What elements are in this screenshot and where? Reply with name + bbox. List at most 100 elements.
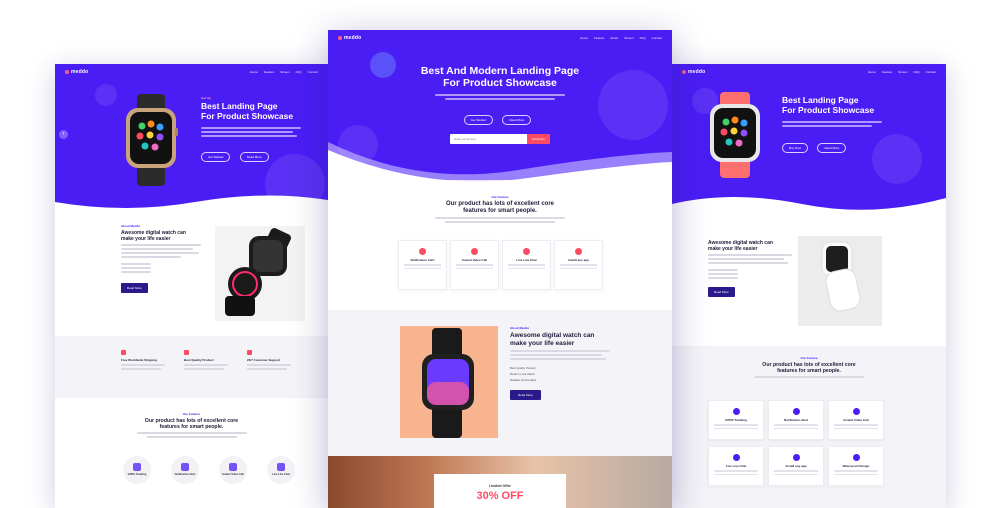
center-nav-feature[interactable]: Feature <box>594 36 604 40</box>
right-nav-home[interactable]: Home <box>868 70 876 74</box>
right-logo[interactable]: meddo <box>682 69 705 75</box>
offer-value: 30% OFF <box>476 490 524 502</box>
left-feature-3: 24/7 Customer Support <box>247 358 281 362</box>
left-hero-title-2: For Product Showcase <box>201 110 294 121</box>
video-icon <box>229 463 237 471</box>
left-about-title-2: make your life easier <box>121 236 171 242</box>
left-feature-1: Free Worldwide Shipping <box>121 358 157 362</box>
left-hero: meddo Home Feature Screen FAQ Contact ‹ … <box>55 64 328 209</box>
chat-icon <box>523 248 530 255</box>
center-page-mockup: meddo Home Feature About Screen FAQ Cont… <box>328 30 672 508</box>
center-hero-title-2: For Product Showcase <box>443 77 557 90</box>
left-feature-band: Free Worldwide Shipping Best Quality Pro… <box>55 336 328 398</box>
video-icon <box>852 408 860 415</box>
right-about-read-more-button[interactable]: Read More <box>708 287 735 297</box>
left-nav-feature[interactable]: Feature <box>264 70 274 74</box>
right-page-mockup: meddo Home Feature Screen FAQ Contact Be… <box>672 64 946 508</box>
live-chat-item: Live Live Chat <box>267 456 295 484</box>
download-icon <box>575 248 582 255</box>
shipping-icon <box>121 350 126 355</box>
center-section-kicker: Our Feature <box>491 195 509 199</box>
left-hero-wave <box>55 195 328 212</box>
center-about-band <box>328 310 672 456</box>
left-about-kicker: About Meddo <box>121 224 141 228</box>
gprs-icon <box>133 463 141 471</box>
right-hero-title-2: For Product Showcase <box>782 104 875 115</box>
slider-prev-icon[interactable]: ‹ <box>59 130 68 139</box>
center-about-title-1: Awesome digital watch can <box>510 332 595 339</box>
left-logo[interactable]: meddo <box>65 69 88 75</box>
left-navbar: meddo Home Feature Screen FAQ Contact <box>55 64 328 80</box>
left-feature-2: Best Quality Product <box>184 358 214 362</box>
center-about-read-more-button[interactable]: Read More <box>510 389 541 400</box>
download-icon <box>792 454 800 461</box>
right-card-gprs: GPRS Tracking <box>708 400 764 440</box>
chat-icon <box>732 454 740 461</box>
left-hero-read-more-button[interactable]: Read More <box>239 151 269 162</box>
right-card-waterproof: Waterproof Design <box>828 446 884 486</box>
center-hero-get-started-button[interactable]: Get Started <box>463 115 494 126</box>
subscribe-button[interactable]: Subscribe <box>526 134 550 144</box>
left-page-mockup: meddo Home Feature Screen FAQ Contact ‹ … <box>55 64 328 508</box>
left-nav-contact[interactable]: Contact <box>308 70 318 74</box>
chat-icon <box>277 463 285 471</box>
left-nav-screen[interactable]: Screen <box>280 70 290 74</box>
bell-icon <box>419 248 426 255</box>
gprs-icon <box>732 408 740 415</box>
center-nav-contact[interactable]: Contact <box>652 36 662 40</box>
right-navbar: meddo Home Feature Screen FAQ Contact <box>672 64 946 80</box>
video-call-item: Instant Video Call <box>219 456 247 484</box>
email-input[interactable]: Enter email here <box>450 137 527 141</box>
center-about-title-2: make your life easier <box>510 339 575 347</box>
left-hero-kicker: Get Up <box>201 96 211 100</box>
right-hero-buy-button[interactable]: Buy Now <box>782 142 809 153</box>
center-logo[interactable]: meddo <box>338 35 361 41</box>
center-card-notification: Notification Alert <box>398 240 447 290</box>
center-card-video: Instant Video Call <box>450 240 499 290</box>
right-nav-screen[interactable]: Screen <box>898 70 908 74</box>
right-nav-feature[interactable]: Feature <box>882 70 892 74</box>
right-about-title-2: make your life easier <box>708 246 758 252</box>
center-nav-faq[interactable]: FAQ <box>640 36 646 40</box>
center-nav-screen[interactable]: Screen <box>624 36 634 40</box>
left-section-title-2: features for smart people. <box>159 424 224 431</box>
center-navbar: meddo Home Feature About Screen FAQ Cont… <box>328 30 672 46</box>
black-watch-image <box>215 226 305 321</box>
center-hero-title-1: Best And Modern Landing Page <box>420 65 580 77</box>
limited-offer-box: Limited Offer 30% OFF <box>434 474 566 508</box>
center-hero-read-more-button[interactable]: Read More <box>502 115 532 126</box>
bell-icon <box>181 463 189 471</box>
video-icon <box>471 248 478 255</box>
pink-watch-image <box>710 92 760 178</box>
offer-label: Limited Offer <box>489 484 511 488</box>
center-card-install: Install any app <box>554 240 603 290</box>
right-card-chat: Live Live Chat <box>708 446 764 486</box>
support-icon <box>247 350 252 355</box>
bell-icon <box>792 408 800 415</box>
right-section-kicker: Our Feature <box>800 356 818 360</box>
center-section-title-2: features for smart people. <box>463 208 537 215</box>
center-about-kicker: About Meddo <box>510 326 530 330</box>
right-hero-read-more-button[interactable]: Read More <box>817 142 847 153</box>
gprs-tracking-item: GPRS Tracking <box>123 456 151 484</box>
right-card-install: Install any app <box>768 446 824 486</box>
left-nav-faq[interactable]: FAQ <box>296 70 302 74</box>
right-card-video: Instant Video Call <box>828 400 884 440</box>
quality-icon <box>184 350 189 355</box>
about-list-item-1: Best Quality Product <box>510 365 536 370</box>
left-about-read-more-button[interactable]: Read More <box>121 283 148 293</box>
email-subscribe-form: Enter email here Subscribe <box>450 134 550 144</box>
right-nav-faq[interactable]: FAQ <box>914 70 920 74</box>
right-hero-wave <box>672 197 946 216</box>
white-watch-image <box>798 236 882 326</box>
left-hero-get-started-button[interactable]: Get Started <box>201 151 231 162</box>
right-card-notification: Notification Alert <box>768 400 824 440</box>
center-section-title-1: Our product has lots of excellent core <box>445 201 555 207</box>
right-section-title-2: features for smart people. <box>777 368 841 375</box>
left-nav-home[interactable]: Home <box>250 70 258 74</box>
center-card-chat: Live Live Chat <box>502 240 551 290</box>
right-nav-contact[interactable]: Contact <box>926 70 936 74</box>
about-list-item-2: Modern Look Watch <box>510 371 535 376</box>
center-nav-about[interactable]: About <box>610 36 618 40</box>
center-nav-home[interactable]: Home <box>580 36 588 40</box>
